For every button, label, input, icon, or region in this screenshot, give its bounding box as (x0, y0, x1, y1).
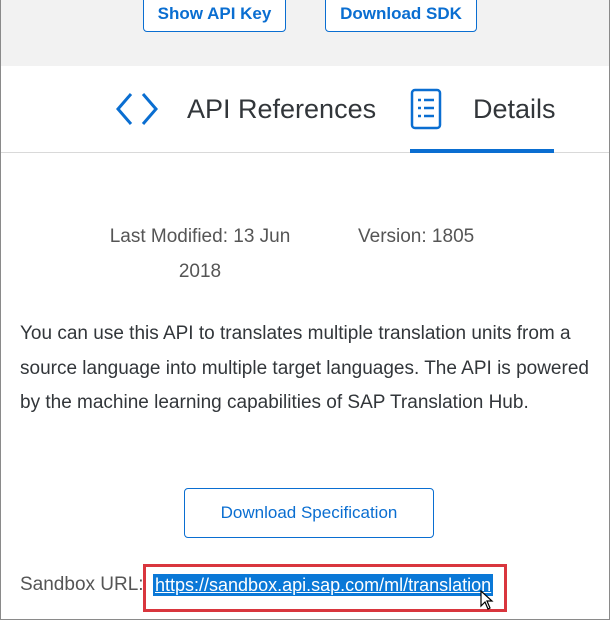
show-api-key-button[interactable]: Show API Key (143, 0, 286, 32)
tab-api-references-label: API References (187, 93, 377, 124)
last-modified: Last Modified: 13 Jun 2018 (109, 226, 291, 282)
tab-details[interactable]: Details (409, 66, 556, 152)
tab-api-references[interactable]: API References (115, 66, 376, 152)
mouse-cursor-icon (480, 589, 496, 617)
document-list-icon (409, 87, 443, 131)
version: Version: 1805 (358, 226, 475, 247)
tab-details-label: Details (473, 93, 556, 124)
sandbox-url-link[interactable]: https://sandbox.api.sap.com/ml/translati… (153, 574, 494, 596)
sandbox-url-label: Sandbox URL: (20, 574, 144, 595)
api-description: You can use this API to translates multi… (20, 323, 589, 413)
code-brackets-icon (115, 91, 159, 127)
selected-tab-indicator (410, 149, 554, 153)
download-specification-button[interactable]: Download Specification (184, 488, 434, 538)
download-sdk-button[interactable]: Download SDK (325, 0, 477, 32)
action-toolbar: Show API Key Download SDK (1, 0, 609, 66)
tab-bar: API References Details (1, 66, 609, 153)
